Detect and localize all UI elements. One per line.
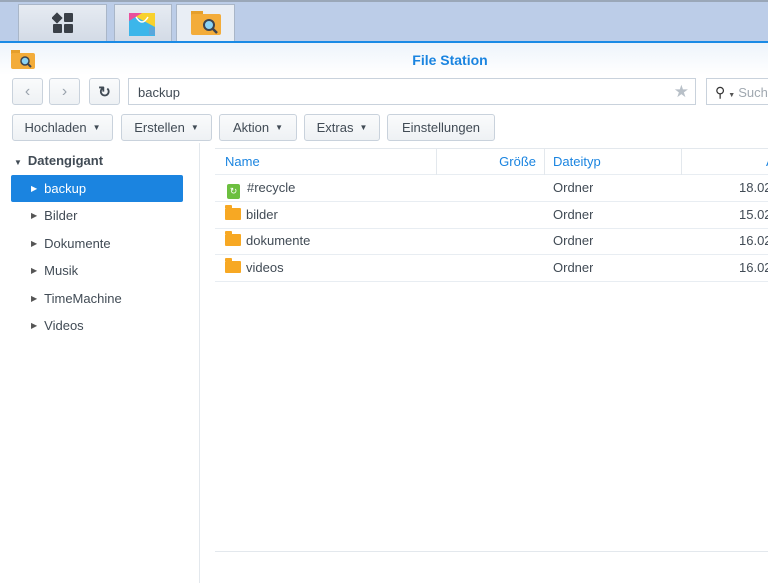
file-date: 16.02: [739, 260, 768, 275]
action-label: Aktion: [232, 120, 270, 135]
tree-item-label: TimeMachine: [44, 291, 122, 306]
forward-button[interactable]: ›: [49, 78, 80, 105]
file-station-window: File Station ‹ › ↻ backup ★ ⚲ ▼ Such Hochla…: [0, 41, 768, 583]
extras-button[interactable]: Extras ▼: [304, 114, 380, 141]
package-center-button[interactable]: [114, 4, 172, 42]
title-bar[interactable]: File Station: [0, 43, 768, 75]
file-station-icon: [190, 11, 221, 35]
refresh-button[interactable]: ↻: [89, 78, 120, 105]
caret-down-icon: ▼: [14, 158, 22, 167]
search-icon: ⚲: [715, 84, 726, 100]
window-title: File Station: [412, 52, 488, 68]
file-station-taskbar-button[interactable]: [176, 4, 235, 42]
chevron-left-icon: ‹: [24, 82, 31, 100]
path-text: backup: [138, 85, 180, 100]
table-header: Name Größe Dateityp Ä: [215, 148, 768, 175]
tree-item-videos[interactable]: ▶ Videos: [11, 312, 183, 339]
caret-right-icon: ▶: [31, 184, 38, 193]
table-row[interactable]: videos Ordner 16.02: [215, 255, 768, 282]
file-name: videos: [246, 260, 284, 275]
upload-label: Hochladen: [24, 120, 87, 135]
file-type: Ordner: [553, 207, 594, 222]
file-name: bilder: [246, 207, 278, 222]
recycle-bin-icon: ↻: [227, 184, 240, 199]
tree-item-timemachine[interactable]: ▶ TimeMachine: [11, 285, 183, 312]
create-label: Erstellen: [134, 120, 185, 135]
caret-down-icon: ▼: [190, 123, 199, 132]
shopping-bag-icon: [129, 13, 155, 36]
caret-right-icon: ▶: [31, 294, 38, 303]
extras-label: Extras: [316, 120, 354, 135]
tree-item-backup[interactable]: ▶ backup: [11, 175, 183, 202]
folder-icon: [225, 205, 241, 220]
action-button[interactable]: Aktion ▼: [219, 114, 297, 141]
caret-down-icon: ▼: [92, 123, 101, 132]
column-header-type[interactable]: Dateityp: [545, 149, 682, 175]
file-list: Name Größe Dateityp Ä ↻ #recycle Ordner 1…: [215, 148, 768, 552]
search-input[interactable]: ⚲ ▼ Such: [706, 78, 768, 105]
settings-button[interactable]: Einstellungen: [387, 114, 495, 141]
tree-item-label: backup: [44, 181, 87, 196]
path-input[interactable]: backup ★: [128, 78, 696, 105]
root-label: Datengigant: [27, 153, 104, 168]
caret-down-icon: ▼: [275, 123, 284, 132]
caret-right-icon: ▶: [31, 211, 38, 220]
tree-item-label: Videos: [44, 318, 84, 333]
caret-right-icon: ▶: [31, 239, 38, 248]
file-type: Ordner: [553, 180, 594, 195]
search-placeholder: Such: [738, 85, 768, 100]
taskbar: [0, 0, 768, 42]
back-button[interactable]: ‹: [12, 78, 43, 105]
caret-down-icon: ▼: [359, 123, 368, 132]
table-row[interactable]: dokumente Ordner 16.02: [215, 228, 768, 255]
chevron-right-icon: ›: [61, 82, 68, 100]
tree-item-musik[interactable]: ▶ Musik: [11, 257, 183, 284]
tree-item-dokumente[interactable]: ▶ Dokumente: [11, 230, 183, 257]
column-header-name[interactable]: Name: [215, 149, 437, 175]
tree-item-label: Dokumente: [44, 236, 111, 251]
file-name: #recycle: [247, 180, 296, 195]
column-header-modified[interactable]: Ä: [682, 149, 768, 175]
tree-item-label: Bilder: [44, 208, 78, 223]
file-name: dokumente: [246, 233, 311, 248]
column-header-size[interactable]: Größe: [437, 149, 545, 175]
file-type: Ordner: [553, 233, 594, 248]
tree-item-label: Musik: [44, 263, 79, 278]
file-date: 16.02: [739, 233, 768, 248]
settings-label: Einstellungen: [401, 120, 481, 135]
file-date: 18.02: [739, 180, 768, 195]
caret-right-icon: ▶: [31, 266, 38, 275]
star-icon[interactable]: ★: [674, 82, 689, 102]
folder-icon: [225, 231, 241, 246]
table-row[interactable]: bilder Ordner 15.02: [215, 202, 768, 229]
refresh-icon: ↻: [98, 83, 111, 101]
grid-icon: [51, 12, 73, 33]
file-date: 15.02: [739, 207, 768, 222]
file-type: Ordner: [553, 260, 594, 275]
tree-item-bilder[interactable]: ▶ Bilder: [11, 202, 183, 229]
chevron-down-icon: ▼: [728, 92, 736, 99]
tree-root[interactable]: ▼ Datengigant: [14, 153, 103, 168]
create-button[interactable]: Erstellen ▼: [121, 114, 212, 141]
table-row[interactable]: ↻ #recycle Ordner 18.02: [215, 175, 768, 202]
upload-button[interactable]: Hochladen ▼: [12, 114, 113, 141]
caret-right-icon: ▶: [31, 321, 38, 330]
folder-tree: ▼ Datengigant ▶ backup ▶ Bilder ▶ Dokumente …: [0, 143, 200, 583]
main-menu-button[interactable]: [18, 4, 107, 42]
folder-icon: [225, 258, 241, 273]
